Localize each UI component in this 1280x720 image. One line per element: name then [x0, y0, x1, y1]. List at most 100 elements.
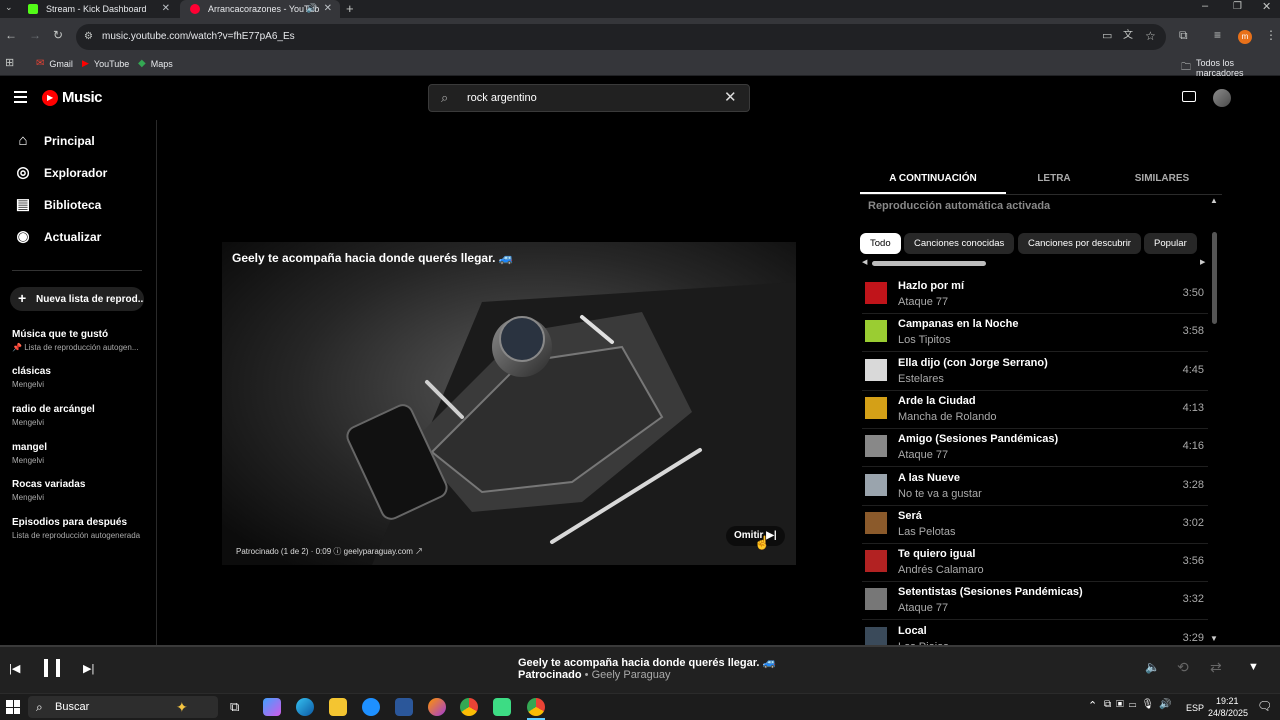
new-playlist-button[interactable]: + Nueva lista de reprod...	[10, 287, 144, 311]
forward-icon[interactable]: →	[29, 29, 41, 41]
tab-kick-dashboard[interactable]: Stream - Kick Dashboard ✕	[18, 0, 178, 18]
word-app-icon[interactable]	[395, 698, 413, 716]
sidebar-playlist[interactable]: Rocas variadas Mengelvi	[12, 479, 152, 502]
chip-canciones-por-descubrir[interactable]: Canciones por descubrir	[1018, 233, 1141, 254]
queue-item[interactable]: Arde la Ciudad Mancha de Rolando 4:13	[862, 391, 1208, 429]
bookmark-gmail[interactable]: ✉ Gmail	[36, 58, 73, 69]
bookmark-youtube[interactable]: ▶ YouTube	[82, 58, 129, 69]
queue-scrollbar[interactable]	[1212, 232, 1217, 324]
media-control-icon[interactable]: ≡	[1214, 29, 1221, 41]
extensions-icon[interactable]: ⧉	[1179, 29, 1188, 41]
start-icon[interactable]	[6, 700, 20, 714]
back-icon[interactable]: ←	[5, 29, 17, 41]
playlist-title: Episodios para después	[12, 517, 128, 528]
sidebar-playlist[interactable]: radio de arcángel Mengelvi	[12, 404, 152, 427]
shuffle-icon[interactable]: ⇄	[1210, 659, 1222, 676]
queue-item[interactable]: Te quiero igual Andrés Calamaro 3:56	[862, 544, 1208, 583]
chip-todo[interactable]: Todo	[860, 233, 901, 254]
progress-bar[interactable]	[0, 645, 1280, 647]
playlist-title: Música que te gustó	[12, 329, 109, 340]
firefox-app-icon[interactable]	[428, 698, 446, 716]
nav-explorador[interactable]: ◎ Explorador	[0, 157, 156, 189]
chrome-app-icon[interactable]	[460, 698, 478, 716]
close-tab-icon[interactable]: ✕	[324, 3, 332, 14]
next-icon[interactable]: ▶|	[83, 662, 94, 675]
chips-scroll-left-icon[interactable]: ◀	[862, 258, 867, 266]
taskbar-search[interactable]: ⌕ Buscar ✦	[28, 696, 218, 718]
close-window-icon[interactable]: ✕	[1262, 2, 1271, 13]
volume-icon[interactable]: 🔈	[1145, 660, 1160, 674]
ytmusic-logo[interactable]: ▶ Music	[42, 89, 103, 106]
copilot-app-icon[interactable]	[263, 698, 281, 716]
nav-actualizar[interactable]: ◉ Actualizar	[0, 221, 156, 253]
notifications-icon[interactable]: 🗨	[1257, 699, 1272, 713]
task-view-icon[interactable]: ⧉	[230, 699, 239, 715]
tab-youtube-music[interactable]: Arrancacorazones - YouTub 🔊 ✕	[180, 0, 340, 18]
chips-scroll-right-icon[interactable]: ▶	[1200, 258, 1205, 266]
chip-popular[interactable]: Popular	[1144, 233, 1197, 254]
cast-icon[interactable]	[1182, 91, 1196, 102]
queue-item[interactable]: Será Las Pelotas 3:02	[862, 506, 1208, 544]
collapse-up-icon[interactable]: ▲	[1210, 196, 1218, 205]
app-icon[interactable]	[362, 698, 380, 716]
site-info-icon[interactable]: ⚙	[84, 24, 93, 50]
expand-player-icon[interactable]: ▼	[1248, 661, 1259, 673]
song-duration: 3:58	[1182, 325, 1204, 338]
apps-grid-icon[interactable]: ⊞	[5, 58, 14, 69]
sidebar-playlist[interactable]: Música que te gustó 📌 Lista de reproducc…	[12, 329, 152, 352]
tab-a-continuacion[interactable]: A CONTINUACIÓN	[860, 166, 1006, 194]
repeat-icon[interactable]: ⟲	[1177, 659, 1189, 676]
android-studio-icon[interactable]	[493, 698, 511, 716]
edge-app-icon[interactable]	[296, 698, 314, 716]
language-indicator[interactable]: ESP	[1186, 703, 1204, 713]
info-icon[interactable]: ⓘ	[333, 547, 343, 556]
sidebar-playlist[interactable]: clásicas Mengelvi	[12, 366, 152, 389]
song-title: Setentistas (Sesiones Pandémicas)	[898, 586, 1083, 599]
queue-item[interactable]: Amigo (Sesiones Pandémicas) Ataque 77 4:16	[862, 429, 1208, 468]
speaker-icon[interactable]: 🔊	[306, 3, 317, 14]
queue-item[interactable]: Hazlo por mí Ataque 77 3:50	[862, 276, 1208, 314]
nav-biblioteca[interactable]: ▤ Biblioteca	[0, 189, 156, 221]
queue-item[interactable]: Setentistas (Sesiones Pandémicas) Ataque …	[862, 582, 1208, 621]
restore-icon[interactable]: ❐	[1233, 2, 1242, 12]
address-bar[interactable]: ⚙ music.youtube.com/watch?v=fhE77pA6_Es …	[76, 24, 1166, 50]
all-bookmarks[interactable]: 🗀 Todos los marcadores	[1181, 58, 1280, 78]
chip-canciones-conocidas[interactable]: Canciones conocidas	[904, 233, 1015, 254]
search-input[interactable]: ⌕ rock argentino ✕	[428, 84, 750, 112]
file-explorer-icon[interactable]	[329, 698, 347, 716]
nav-principal[interactable]: ⌂ Principal	[0, 125, 156, 157]
pause-icon[interactable]	[44, 659, 60, 677]
video-player[interactable]: Geely te acompaña hacia donde querés lle…	[222, 242, 796, 565]
tray-chevron-icon[interactable]: ⌃	[1088, 699, 1097, 712]
new-tab-icon[interactable]: +	[346, 2, 354, 15]
close-tab-icon[interactable]: ✕	[162, 3, 170, 14]
bookmark-maps[interactable]: ◆ Maps	[138, 58, 173, 69]
chips-scrollbar[interactable]	[872, 261, 986, 266]
ad-domain-link[interactable]: geelyparaguay.com	[344, 547, 413, 556]
reload-icon[interactable]: ↻	[53, 29, 63, 41]
tab-search-icon[interactable]: ⌄	[5, 3, 13, 12]
queue-item[interactable]: Ella dijo (con Jorge Serrano) Estelares 4:…	[862, 353, 1208, 391]
queue-item[interactable]: A las Nueve No te va a gustar 3:28	[862, 468, 1208, 506]
queue-item[interactable]: Local Los Piojos 3:29	[862, 621, 1208, 645]
scroll-down-icon[interactable]: ▼	[1210, 634, 1218, 643]
hamburger-menu-icon[interactable]	[14, 91, 27, 103]
clock-date[interactable]: 24/8/2025	[1208, 708, 1248, 718]
chrome-menu-icon[interactable]: ⋮	[1265, 29, 1277, 41]
minimize-icon[interactable]: –	[1202, 1, 1208, 12]
translate-icon[interactable]: 文	[1123, 31, 1133, 41]
bookmark-star-icon[interactable]: ☆	[1145, 30, 1156, 42]
clock-time[interactable]: 19:21	[1216, 696, 1239, 706]
tab-similares[interactable]: SIMILARES	[1102, 166, 1222, 194]
tab-letra[interactable]: LETRA	[1006, 166, 1102, 194]
sidebar-playlist[interactable]: mangel Mengelvi	[12, 442, 152, 465]
clear-search-icon[interactable]: ✕	[724, 85, 737, 111]
account-avatar[interactable]	[1213, 89, 1231, 107]
tray-icons[interactable]: ⧉▣▭🎙🔊	[1104, 699, 1177, 710]
install-app-icon[interactable]: ▭	[1102, 31, 1112, 42]
queue-item[interactable]: Campanas en la Noche Los Tipitos 3:58	[862, 314, 1208, 353]
chrome-active-app-icon[interactable]	[527, 698, 545, 716]
profile-avatar[interactable]: m	[1238, 30, 1252, 44]
sidebar-playlist[interactable]: Episodios para después Lista de reproduc…	[12, 517, 152, 540]
previous-icon[interactable]: |◀	[9, 662, 20, 675]
